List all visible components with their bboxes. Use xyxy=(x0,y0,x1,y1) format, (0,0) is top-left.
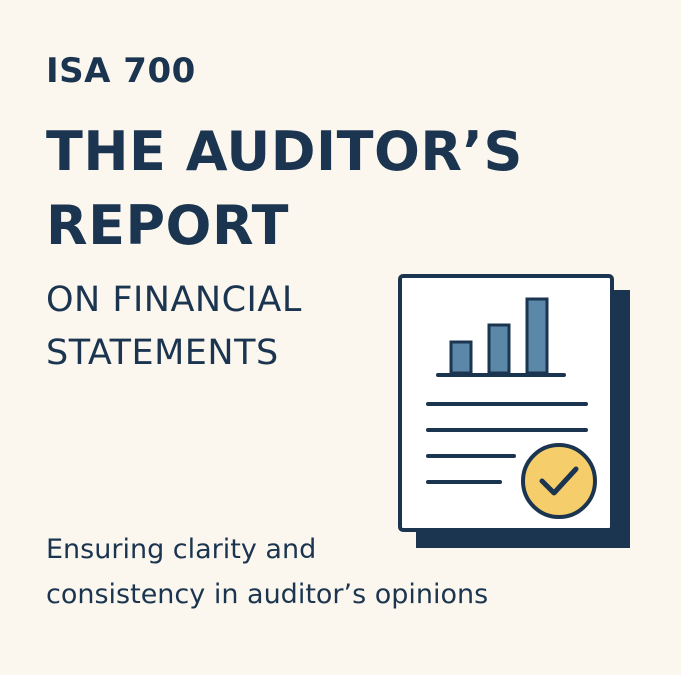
chart-bar xyxy=(525,297,549,375)
checkmark-badge-icon xyxy=(521,443,597,519)
standard-label: ISA 700 xyxy=(46,51,196,91)
tagline-line-2: consistency in auditor’s opinions xyxy=(46,579,489,610)
subtitle-line-1: ON FINANCIAL xyxy=(46,280,302,320)
infographic-canvas: ISA 700 THE AUDITOR’S REPORT ON FINANCIA… xyxy=(0,0,681,675)
chart-bar xyxy=(487,323,511,375)
title-line-1: THE AUDITOR’S xyxy=(46,120,523,183)
report-document-icon xyxy=(398,274,630,548)
tagline-line-1: Ensuring clarity and xyxy=(46,534,317,565)
title-line-2: REPORT xyxy=(46,194,289,257)
chart-bar xyxy=(449,340,473,375)
subtitle-line-2: STATEMENTS xyxy=(46,333,279,373)
